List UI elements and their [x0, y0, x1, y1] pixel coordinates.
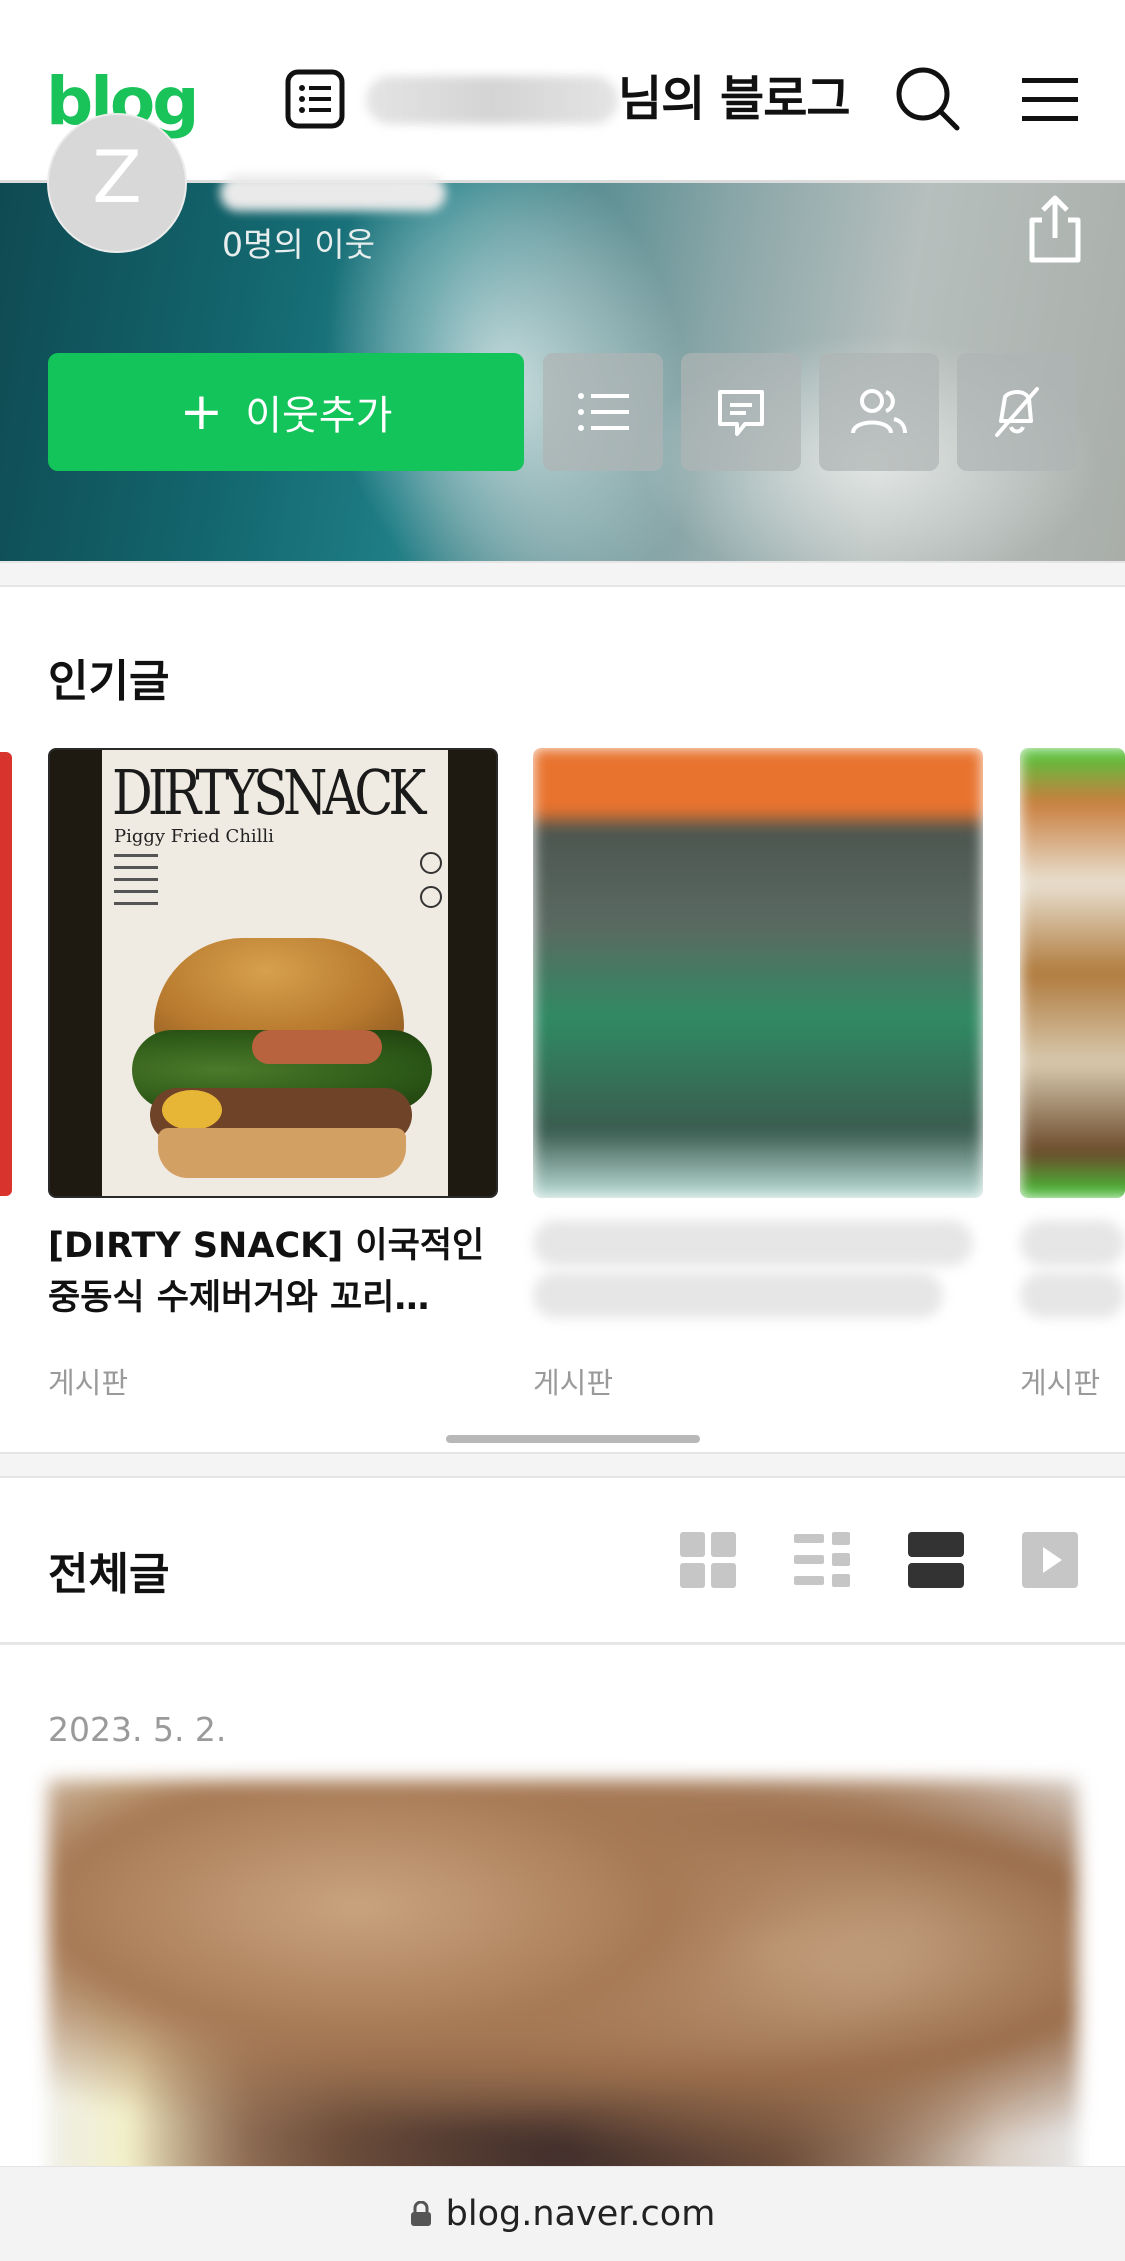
notification-button[interactable] — [957, 353, 1077, 471]
category-button[interactable] — [543, 353, 663, 471]
burger-egg — [162, 1090, 222, 1130]
url-text: blog.naver.com — [445, 2194, 716, 2234]
card-thumbnail[interactable]: DIRTYSNACK Piggy Fried Chilli — [48, 748, 498, 1198]
post-date: 2023. 5. 2. — [48, 1710, 227, 1749]
poster-image: DIRTYSNACK Piggy Fried Chilli — [102, 750, 448, 1196]
blurred-card-title — [1020, 1220, 1125, 1318]
add-neighbor-label: 이웃추가 — [245, 393, 393, 439]
poster-badge-icon — [420, 886, 442, 908]
popular-title: 인기글 — [48, 656, 170, 707]
poster-badge-icon — [420, 852, 442, 874]
card-board: 게시판 — [48, 1366, 129, 1400]
category-icon — [578, 393, 629, 431]
plus-icon: + — [179, 382, 224, 442]
burger-sauce — [252, 1030, 382, 1064]
popular-card[interactable]: 게시판 — [533, 748, 983, 1400]
card-board: 게시판 — [1020, 1366, 1101, 1400]
poster-subtitle: Piggy Fried Chilli — [114, 826, 274, 847]
blurred-thumbnail — [533, 748, 983, 1198]
poster-title: DIRTYSNACK — [112, 756, 426, 829]
prev-card-peek[interactable] — [0, 752, 12, 1196]
add-neighbor-button[interactable]: + 이웃추가 — [48, 353, 524, 471]
card-thumbnail[interactable] — [1020, 748, 1125, 1198]
share-icon[interactable] — [1024, 194, 1086, 264]
card-view-icon[interactable] — [908, 1532, 964, 1588]
card-thumbnail[interactable] — [533, 748, 983, 1198]
popular-card[interactable]: 게시판 — [1020, 748, 1125, 1400]
avatar[interactable]: Z — [47, 113, 187, 253]
all-posts-title: 전체글 — [48, 1549, 170, 1600]
video-view-icon[interactable] — [1022, 1532, 1078, 1588]
neighbors-icon — [851, 389, 907, 434]
notify-off-icon — [995, 387, 1039, 437]
section-divider — [0, 1452, 1125, 1478]
section-divider — [0, 561, 1125, 587]
post-thumbnail[interactable] — [48, 1780, 1078, 2200]
page-title: 님의 블로그 — [618, 71, 851, 127]
blurred-blog-name — [220, 175, 446, 211]
neighbors-button[interactable] — [819, 353, 939, 471]
profile-actions: + 이웃추가 — [0, 353, 1125, 473]
browser-url-bar[interactable]: blog.naver.com — [0, 2166, 1125, 2261]
blurred-card-title — [533, 1220, 983, 1318]
popular-card[interactable]: DIRTYSNACK Piggy Fried Chilli [DIRTY SNA… — [48, 748, 498, 1400]
comment-icon — [718, 390, 764, 436]
guestbook-button[interactable] — [681, 353, 801, 471]
card-title[interactable]: [DIRTY SNACK] 이국적인 중동식 수제버거와 꼬리… — [48, 1220, 498, 1324]
card-board: 게시판 — [533, 1366, 614, 1400]
menu-icon[interactable] — [1022, 72, 1078, 128]
avatar-letter: Z — [92, 135, 142, 219]
list-thumb-view-icon[interactable] — [794, 1532, 850, 1588]
lock-icon — [410, 2201, 431, 2226]
list-icon[interactable] — [284, 68, 346, 130]
divider — [0, 1642, 1125, 1645]
grid-view-icon[interactable] — [680, 1532, 736, 1588]
neighbor-count[interactable]: 0명의 이웃 — [222, 218, 375, 266]
blurred-owner-name — [366, 76, 618, 124]
burger-bun — [158, 1128, 406, 1178]
blurred-thumbnail — [1020, 748, 1125, 1198]
search-icon[interactable] — [895, 66, 961, 132]
poster-lines — [114, 854, 174, 914]
carousel-scroll-indicator — [446, 1435, 700, 1443]
